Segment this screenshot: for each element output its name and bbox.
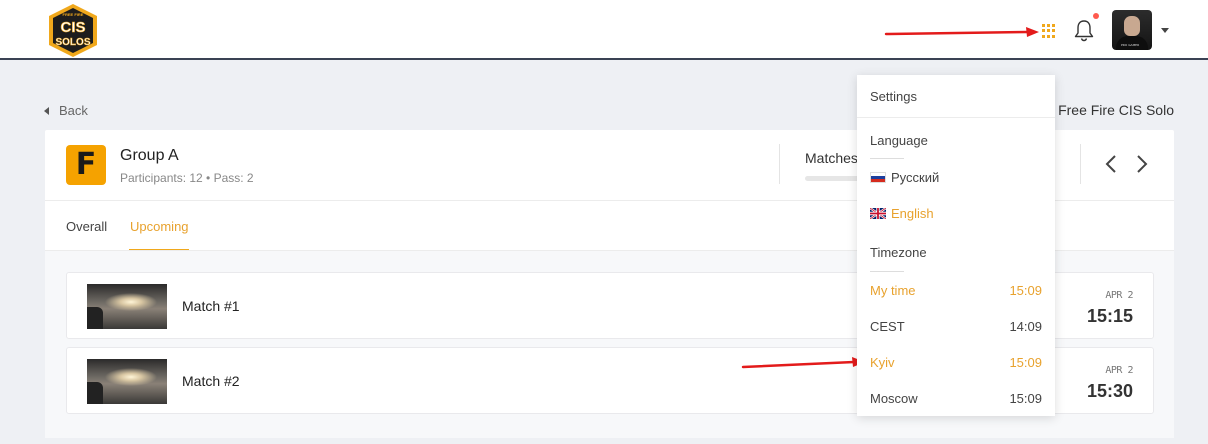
language-option-russian[interactable]: Русский (870, 170, 939, 185)
timezone-option-kyiv[interactable]: Kyiv 15:09 (870, 355, 1042, 370)
match-thumbnail (87, 284, 167, 329)
russia-flag-icon (870, 172, 886, 183)
timezone-heading: Timezone (870, 245, 927, 260)
uk-flag-icon (870, 208, 886, 219)
svg-text:FREE FIRE: FREE FIRE (63, 12, 84, 17)
apps-grid-icon[interactable] (1042, 24, 1056, 38)
user-avatar[interactable]: PRO GAMER (1112, 10, 1152, 50)
language-option-english[interactable]: English (870, 206, 934, 221)
timezone-time: 15:09 (1009, 355, 1042, 370)
avatar-tag: PRO GAMER (1121, 43, 1140, 47)
avatar-face (1124, 16, 1140, 36)
timezone-option-cest[interactable]: CEST 14:09 (870, 319, 1042, 334)
timezone-time: 15:09 (1009, 283, 1042, 298)
tournament-title: - Free Fire CIS Solo (1049, 102, 1174, 118)
settings-menu-item[interactable]: Settings (870, 89, 917, 104)
dropdown-separator (857, 117, 1055, 118)
back-label: Back (59, 103, 88, 118)
timezone-underline (870, 271, 904, 272)
match-date: APR 2 (1105, 290, 1133, 301)
language-heading: Language (870, 133, 928, 148)
match-time: 15:15 (1086, 306, 1133, 326)
timezone-label: My time (870, 283, 916, 298)
svg-text:CIS: CIS (60, 19, 85, 36)
header-divider (779, 144, 780, 184)
notification-dot (1093, 13, 1099, 19)
back-caret-icon (44, 106, 49, 115)
user-menu-caret-icon[interactable] (1161, 28, 1169, 33)
annotation-arrow-apps (884, 27, 1039, 37)
timezone-time: 14:09 (1009, 319, 1042, 334)
timezone-label: CEST (870, 319, 905, 334)
timezone-time: 15:09 (1009, 391, 1042, 406)
chevron-left-icon[interactable] (1104, 154, 1118, 174)
tab-overall[interactable]: Overall (66, 219, 107, 234)
group-logo-letter: F (75, 147, 97, 182)
bell-icon[interactable] (1073, 18, 1095, 42)
settings-dropdown: Settings Language Русский English Timezo… (857, 75, 1055, 416)
chevron-right-icon[interactable] (1135, 154, 1149, 174)
match-time: 15:30 (1086, 381, 1133, 401)
group-logo: F (66, 145, 106, 185)
match-name: Match #2 (182, 373, 240, 389)
matches-progress-bar (805, 176, 865, 181)
timezone-option-moscow[interactable]: Moscow 15:09 (870, 391, 1042, 406)
language-underline (870, 158, 904, 159)
group-title: Group A (120, 147, 179, 164)
timezone-label: Kyiv (870, 355, 895, 370)
header-divider (1080, 144, 1081, 184)
matches-label: Matches (805, 150, 858, 166)
language-label: English (891, 206, 934, 221)
match-name: Match #1 (182, 298, 240, 314)
timezone-option-my-time[interactable]: My time 15:09 (870, 283, 1042, 298)
match-thumbnail (87, 359, 167, 404)
annotation-arrow-kyiv (741, 357, 865, 369)
group-meta: Participants: 12 • Pass: 2 (120, 171, 254, 185)
back-link[interactable]: Back (44, 103, 88, 118)
match-date: APR 2 (1105, 365, 1133, 376)
tab-upcoming[interactable]: Upcoming (130, 219, 189, 234)
cis-solos-logo[interactable]: FREE FIRE CIS SOLOS (46, 3, 100, 58)
language-label: Русский (891, 170, 940, 185)
timezone-label: Moscow (870, 391, 918, 406)
svg-text:SOLOS: SOLOS (55, 37, 90, 48)
